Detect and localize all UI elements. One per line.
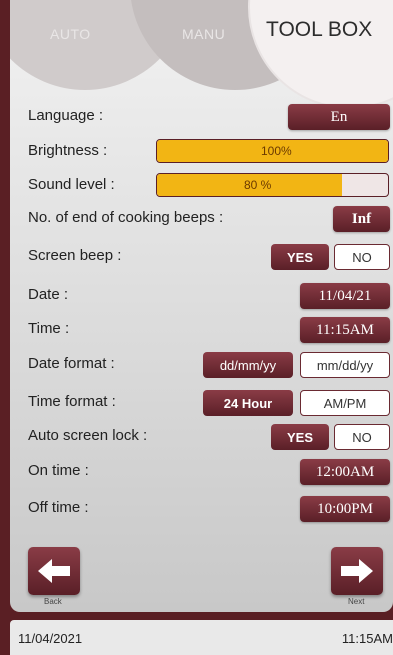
auto-lock-row: Auto screen lock : YES NO (28, 424, 393, 450)
beeps-label: No. of end of cooking beeps : (28, 209, 224, 226)
sound-slider[interactable]: 80 % (156, 173, 389, 197)
brightness-label: Brightness : (28, 142, 108, 159)
screen-beep-label: Screen beep : (28, 247, 122, 264)
status-footer: 11/04/2021 11:15AM (10, 620, 393, 655)
language-label: Language : (28, 107, 104, 124)
next-button[interactable] (331, 547, 383, 595)
time-label: Time : (28, 320, 70, 337)
auto-lock-label: Auto screen lock : (28, 427, 148, 444)
date-button[interactable]: 11/04/21 (300, 283, 390, 309)
time-format-24hour[interactable]: 24 Hour (203, 390, 293, 416)
on-time-row: On time : 12:00AM (28, 459, 393, 485)
on-time-button[interactable]: 12:00AM (300, 459, 390, 485)
tab-manu-label: MANU (182, 26, 226, 42)
back-button[interactable] (28, 547, 80, 595)
date-label: Date : (28, 286, 69, 303)
next-caption: Next (348, 597, 365, 606)
time-row: Time : 11:15AM (28, 317, 393, 343)
auto-lock-yes[interactable]: YES (271, 424, 329, 450)
date-format-label: Date format : (28, 355, 115, 372)
language-row: Language : En (28, 104, 393, 130)
sound-row: Sound level : 80 % (28, 173, 393, 199)
brightness-slider[interactable]: 100% (156, 139, 389, 163)
arrow-right-icon (341, 559, 373, 583)
off-time-label: Off time : (28, 499, 89, 516)
sound-label: Sound level : (28, 176, 115, 193)
screen-beep-yes[interactable]: YES (271, 244, 329, 270)
screen-beep-row: Screen beep : YES NO (28, 244, 393, 270)
tab-auto-label: AUTO (50, 26, 91, 42)
settings-panel: AUTO MANU TOOL BOX Language : En Brightn… (10, 0, 393, 612)
footer-time: 11:15AM (341, 631, 393, 646)
auto-lock-no[interactable]: NO (334, 424, 390, 450)
footer-date: 11/04/2021 (18, 631, 83, 646)
time-format-ampm[interactable]: AM/PM (300, 390, 390, 416)
time-format-row: Time format : 24 Hour AM/PM (28, 390, 393, 416)
off-time-button[interactable]: 10:00PM (300, 496, 390, 522)
back-caption: Back (44, 597, 62, 606)
tab-toolbox[interactable] (248, 0, 393, 109)
brightness-value: 100% (261, 144, 292, 158)
date-format-ddmmyy[interactable]: dd/mm/yy (203, 352, 293, 378)
sound-value: 80 % (244, 178, 272, 192)
date-format-row: Date format : dd/mm/yy mm/dd/yy (28, 352, 393, 378)
on-time-label: On time : (28, 462, 89, 479)
beeps-row: No. of end of cooking beeps : Inf (28, 206, 393, 232)
arrow-left-icon (38, 559, 70, 583)
brightness-row: Brightness : 100% (28, 139, 393, 165)
time-button[interactable]: 11:15AM (300, 317, 390, 343)
date-format-mmddyy[interactable]: mm/dd/yy (300, 352, 390, 378)
screen-beep-no[interactable]: NO (334, 244, 390, 270)
tab-toolbox-label: TOOL BOX (266, 18, 373, 41)
off-time-row: Off time : 10:00PM (28, 496, 393, 522)
language-button[interactable]: En (288, 104, 390, 130)
date-row: Date : 11/04/21 (28, 283, 393, 309)
beeps-button[interactable]: Inf (333, 206, 390, 232)
time-format-label: Time format : (28, 393, 116, 410)
